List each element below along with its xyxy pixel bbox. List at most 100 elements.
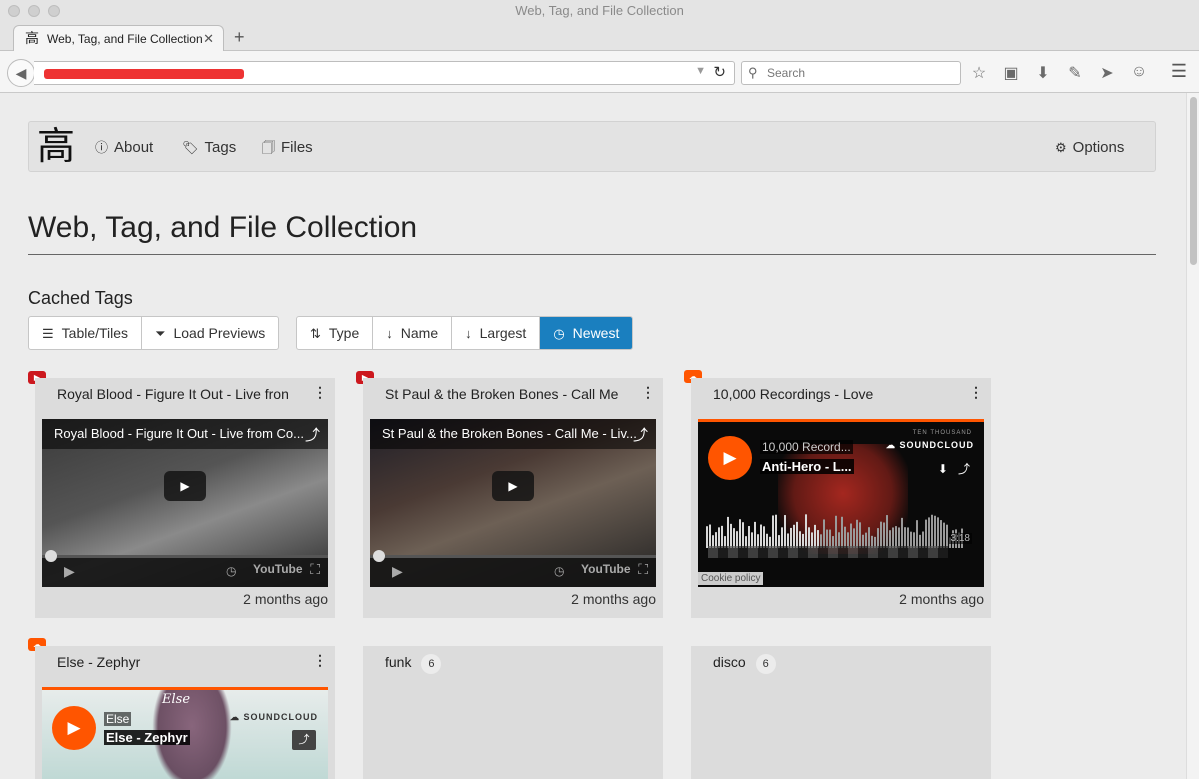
soundcloud-logo[interactable]: ☁ SOUNDCLOUD (230, 712, 318, 723)
fullscreen-icon[interactable]: ⛶ (638, 561, 648, 578)
send-icon[interactable]: ➤ (1097, 63, 1117, 83)
youtube-player[interactable]: Royal Blood - Figure It Out - Live from … (42, 419, 328, 587)
tab-favicon: 高 (25, 31, 39, 47)
url-dropdown-icon[interactable]: ▼ (695, 65, 706, 77)
player-track-title[interactable]: Else - Zephyr (104, 730, 190, 745)
nav-about[interactable]: ⓘ About (95, 122, 153, 173)
media-card[interactable]: 10,000 Recordings - Love ⋮ ▶ 10,000 Reco… (691, 378, 991, 618)
new-tab-button[interactable]: + (234, 26, 245, 48)
bookmark-star-icon[interactable]: ☆ (969, 63, 989, 83)
card-menu-icon[interactable]: ⋮ (313, 652, 327, 669)
progress-handle[interactable] (373, 550, 385, 562)
artist-logo-text: TEN THOUSAND (912, 430, 972, 436)
hamburger-menu-icon[interactable]: ☰ (1171, 61, 1187, 82)
comment-avatars[interactable] (708, 546, 948, 558)
scrollbar-thumb[interactable] (1190, 97, 1197, 265)
sort-type-button[interactable]: ⇅ Type (297, 317, 374, 349)
player-username[interactable]: Else (104, 712, 132, 726)
soundcloud-logo[interactable]: ☁ SOUNDCLOUD (886, 440, 974, 451)
reload-icon[interactable]: ↻ (713, 63, 726, 81)
progress-bar[interactable] (42, 550, 328, 562)
sort-name-button[interactable]: ↓ Name (373, 317, 453, 349)
soundcloud-player[interactable]: Else ▶ Else Else - Zephyr ☁ SOUNDCLOUD ⤴ (42, 687, 328, 779)
tab-close-icon[interactable]: ✕ (203, 26, 214, 52)
minimize-window-button[interactable] (28, 5, 40, 17)
player-username[interactable]: 10,000 Record... (760, 440, 853, 454)
play-button[interactable]: ▶ (492, 471, 534, 501)
site-navbar: 高 ⓘ About 🏷 Tags 🗍 Files ⚙ Options (28, 121, 1156, 172)
download-icon[interactable]: ⬇ (1033, 63, 1053, 83)
player-title[interactable]: St Paul & the Broken Bones - Call Me - L… (370, 419, 656, 449)
youtube-logo[interactable]: YouTube (581, 562, 631, 576)
card-menu-icon[interactable]: ⋮ (641, 384, 655, 401)
tag-count-badge: 6 (755, 654, 776, 674)
play-button[interactable]: ▶ (708, 436, 752, 480)
table-tiles-button[interactable]: ☰ Table/Tiles (29, 317, 143, 349)
sort-newest-label: Newest (572, 325, 620, 341)
page-scrollbar[interactable] (1186, 93, 1199, 779)
options-label: Options (1072, 139, 1125, 156)
youtube-player[interactable]: St Paul & the Broken Bones - Call Me - L… (370, 419, 656, 587)
files-icon: 🗍 (262, 140, 275, 155)
tab-strip: 高 Web, Tag, and File Collection ✕ + (0, 22, 1199, 52)
fullscreen-icon[interactable]: ⛶ (310, 561, 320, 578)
media-card[interactable]: Royal Blood - Figure It Out - Live fron … (35, 378, 335, 618)
watch-later-icon[interactable]: ◷ (226, 564, 236, 578)
tab-title: Web, Tag, and File Collection (47, 32, 203, 46)
player-track-title[interactable]: Anti-Hero - L... (760, 459, 854, 474)
load-previews-button[interactable]: ⏷ Load Previews (142, 317, 278, 349)
card-timestamp: 2 months ago (243, 591, 328, 607)
sort-icon: ⇅ (310, 326, 321, 341)
card-menu-icon[interactable]: ⋮ (313, 384, 327, 401)
media-card[interactable]: Else - Zephyr ⋮ Else ▶ Else Else - Zephy… (35, 646, 335, 779)
load-previews-label: Load Previews (173, 325, 266, 341)
control-play-icon[interactable]: ▶ (64, 563, 75, 580)
share-icon[interactable]: ⤴ (633, 424, 648, 445)
share-icon[interactable]: ⤴ (958, 462, 970, 476)
control-play-icon[interactable]: ▶ (392, 563, 403, 580)
share-icon[interactable]: ⤴ (292, 730, 316, 750)
media-card[interactable]: St Paul & the Broken Bones - Call Me ⋮ S… (363, 378, 663, 618)
browser-tab[interactable]: 高 Web, Tag, and File Collection ✕ (13, 25, 224, 52)
search-icon: ⚲ (748, 65, 758, 80)
wrench-icon[interactable]: ✎ (1065, 63, 1085, 83)
url-bar[interactable]: ▼ ↻ (34, 61, 735, 85)
play-button[interactable]: ▶ (52, 706, 96, 750)
nav-files[interactable]: 🗍 Files (262, 122, 313, 173)
window-controls[interactable] (8, 5, 60, 17)
browser-toolbar: ◀ ▼ ↻ ⚲ Search ☆ ▣ ⬇ ✎ ➤ ☺ ☰ (0, 51, 1199, 93)
reading-list-icon[interactable]: ▣ (1001, 63, 1021, 83)
play-button[interactable]: ▶ (164, 471, 206, 501)
player-title[interactable]: Royal Blood - Figure It Out - Live from … (42, 419, 328, 449)
soundcloud-player[interactable]: ▶ 10,000 Record... Anti-Hero - L... TEN … (698, 419, 984, 587)
card-title: 10,000 Recordings - Love (713, 386, 874, 402)
sort-amount-icon: ↓ (465, 326, 472, 341)
chat-icon[interactable]: ☺ (1129, 63, 1149, 83)
cookie-policy-link[interactable]: Cookie policy (698, 572, 764, 585)
tag-card[interactable]: disco 6 (691, 646, 991, 779)
page-title: Web, Tag, and File Collection (28, 211, 418, 244)
sort-button-group: ⇅ Type ↓ Name ↓ Largest ◷ Newest (296, 316, 634, 350)
back-button[interactable]: ◀ (7, 59, 35, 87)
zoom-window-button[interactable] (48, 5, 60, 17)
nav-tags-label: Tags (204, 139, 237, 156)
youtube-logo[interactable]: YouTube (253, 562, 303, 576)
sort-largest-button[interactable]: ↓ Largest (452, 317, 541, 349)
options-button[interactable]: ⚙ Options (1055, 122, 1124, 173)
download-icon[interactable]: ⬇ (938, 462, 948, 476)
watch-later-icon[interactable]: ◷ (554, 564, 564, 578)
card-menu-icon[interactable]: ⋮ (969, 384, 983, 401)
tag-card[interactable]: funk 6 (363, 646, 663, 779)
track-duration: 3:18 (948, 533, 972, 544)
progress-handle[interactable] (45, 550, 57, 562)
progress-bar[interactable] (370, 550, 656, 562)
close-window-button[interactable] (8, 5, 20, 17)
card-timestamp: 2 months ago (571, 591, 656, 607)
artwork-label: Else (162, 692, 191, 707)
search-input[interactable]: ⚲ Search (741, 61, 961, 85)
share-icon[interactable]: ⤴ (305, 424, 320, 445)
section-heading: Cached Tags (28, 288, 133, 308)
sort-newest-button[interactable]: ◷ Newest (540, 317, 633, 349)
nav-tags[interactable]: 🏷 Tags (182, 122, 236, 173)
site-brand-logo[interactable]: 高 (37, 122, 75, 171)
